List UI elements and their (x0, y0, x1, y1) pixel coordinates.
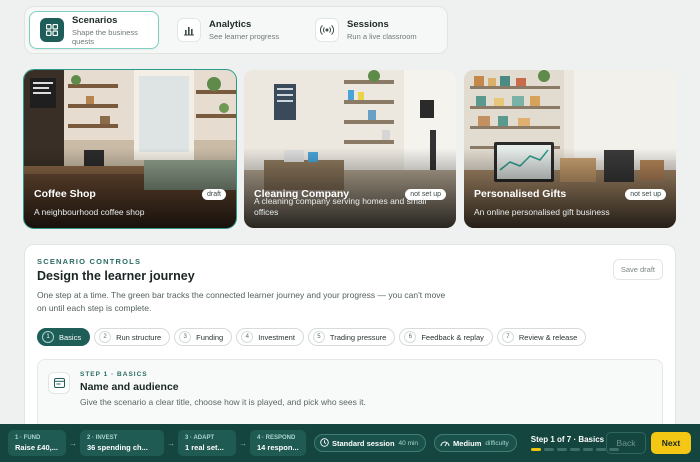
journey-chip-value: 36 spending ch... (87, 442, 148, 452)
step-description: Give the scenario a clear title, choose … (80, 397, 366, 407)
step-label: Basics (59, 332, 82, 342)
progress-segment (556, 448, 567, 451)
grid-icon (40, 18, 64, 42)
tab-title: Analytics (209, 19, 252, 30)
bar-chart-icon (177, 18, 202, 42)
step-label: Investment (258, 332, 295, 342)
step-number: 1 (42, 331, 54, 343)
difficulty-value: Medium (453, 438, 482, 448)
progress-segment (595, 448, 606, 451)
journey-chip-value: Raise £40,... (15, 442, 58, 452)
back-button[interactable]: Back (606, 432, 646, 454)
step-tab-run-structure[interactable]: 2 Run structure (94, 328, 171, 346)
step-tab-feedback-replay[interactable]: 6 Feedback & replay (399, 328, 493, 346)
step-number: 5 (312, 331, 325, 343)
tab-analytics[interactable]: Analytics See learner progress (167, 11, 297, 49)
journey-chip-value: 1 real set... (185, 442, 224, 452)
page-description: One step at a time. The green bar tracks… (37, 290, 446, 313)
journey-chip-label: 4 · RESPOND (257, 434, 296, 441)
session-value: Standard session (332, 438, 395, 448)
progress-segment (582, 448, 593, 451)
clock-icon (320, 434, 329, 452)
broadcast-icon (315, 18, 340, 42)
tab-subtitle: Shape the business quests (72, 27, 138, 46)
card-description: An online personalised gift business (474, 207, 610, 217)
step-number: 6 (404, 331, 417, 343)
gauge-icon (440, 434, 450, 452)
difficulty-pill[interactable]: Medium difficulty (434, 434, 517, 452)
tab-subtitle: See learner progress (209, 32, 280, 41)
id-card-icon (48, 372, 70, 394)
arrow-right-icon: → (69, 438, 77, 448)
step-number: 7 (501, 331, 514, 343)
journey-steps: 1 · FUND Raise £40,... → 2 · INVEST 36 s… (8, 430, 306, 456)
step-label: Feedback & replay (421, 332, 484, 342)
tab-subtitle: Run a live classroom (347, 32, 417, 41)
section-eyebrow: SCENARIO CONTROLS (37, 257, 142, 266)
step-label: Funding (196, 332, 224, 342)
next-button[interactable]: Next (651, 432, 691, 454)
journey-chip-label: 1 · FUND (15, 434, 41, 441)
tab-scenarios[interactable]: Scenarios Shape the business quests (29, 11, 160, 49)
step-label: STEP 1 · BASICS (80, 371, 148, 378)
card-title: Personalised Gifts (474, 188, 567, 200)
scenario-card-cleaning-company[interactable]: Cleaning Company not set up A cleaning c… (244, 70, 456, 228)
step-tabs: 1 Basics 2 Run structure 3 Funding 4 Inv… (37, 328, 590, 346)
journey-chip-fund[interactable]: 1 · FUND Raise £40,... (8, 430, 66, 456)
scenario-card-personalised-gifts[interactable]: Personalised Gifts not set up An online … (464, 70, 676, 228)
step-tab-investment[interactable]: 4 Investment (236, 328, 304, 346)
session-meta: 40 min (398, 439, 419, 447)
arrow-right-icon: → (239, 438, 247, 448)
journey-chip-label: 3 · ADAPT (185, 434, 215, 441)
step-tab-review-release[interactable]: 7 Review & release (496, 328, 587, 346)
step-label: Run structure (116, 332, 162, 342)
save-draft-button[interactable]: Save draft (612, 259, 663, 280)
step-number: 4 (241, 331, 254, 343)
journey-chip-respond[interactable]: 4 · RESPOND 14 respon... (250, 430, 306, 456)
status-badge: draft (201, 189, 226, 200)
step-label: Trading pressure (329, 332, 387, 342)
step-title: Name and audience (80, 381, 179, 393)
tab-sessions[interactable]: Sessions Run a live classroom (305, 11, 435, 49)
status-badge: not set up (625, 189, 666, 200)
step-number: 3 (179, 331, 192, 343)
arrow-right-icon: → (167, 438, 175, 448)
journey-chip-invest[interactable]: 2 · INVEST 36 spending ch... (80, 430, 164, 456)
card-description: A neighbourhood coffee shop (34, 207, 145, 217)
scenario-cards: Coffee Shop draft A neighbourhood coffee… (23, 69, 676, 229)
scenario-card-coffee-shop[interactable]: Coffee Shop draft A neighbourhood coffee… (23, 69, 237, 229)
journey-bar: 1 · FUND Raise £40,... → 2 · INVEST 36 s… (0, 424, 700, 462)
difficulty-meta: difficulty (485, 439, 509, 447)
tab-title: Sessions (347, 19, 389, 30)
progress-segment (530, 448, 541, 451)
journey-chip-label: 2 · INVEST (87, 434, 118, 441)
step-tab-trading-pressure[interactable]: 5 Trading pressure (307, 328, 396, 346)
card-description: A cleaning company serving homes and sma… (254, 196, 427, 217)
step-tab-funding[interactable]: 3 Funding (174, 328, 233, 346)
session-length-pill[interactable]: Standard session 40 min (314, 434, 427, 452)
step-label: Review & release (518, 332, 578, 342)
step-number: 2 (99, 331, 112, 343)
step-tab-basics[interactable]: 1 Basics (37, 328, 91, 346)
card-title: Coffee Shop (34, 188, 96, 200)
progress-segment (543, 448, 554, 451)
journey-chip-adapt[interactable]: 3 · ADAPT 1 real set... (178, 430, 236, 456)
journey-chip-value: 14 respon... (257, 442, 299, 452)
page-title: Design the learner journey (37, 269, 195, 283)
top-nav: Scenarios Shape the business quests Anal… (24, 6, 448, 54)
progress-segment (569, 448, 580, 451)
tab-title: Scenarios (72, 14, 118, 26)
